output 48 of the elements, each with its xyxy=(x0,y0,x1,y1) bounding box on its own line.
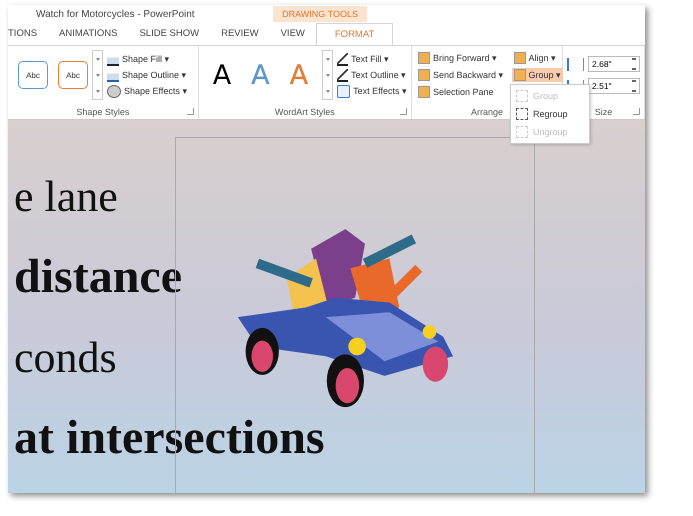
ribbon-command[interactable]: Text Outline ▾ xyxy=(337,68,407,82)
group-label: Arrange xyxy=(470,106,504,116)
contextual-tab-label: DRAWING TOOLS xyxy=(273,6,367,22)
size-field[interactable]: 2.68" xyxy=(588,56,640,72)
menu-item[interactable]: Regroup xyxy=(511,105,589,123)
group-icon xyxy=(516,126,528,138)
ribbon-tab[interactable]: SLIDE SHOW xyxy=(128,23,210,45)
ribbon-tab[interactable]: VIEW xyxy=(270,23,316,45)
shape-style-swatch[interactable]: Abc xyxy=(18,61,48,89)
dialog-launcher-icon[interactable] xyxy=(400,108,407,115)
arrange-icon xyxy=(418,69,430,81)
arrange-icon xyxy=(418,86,430,98)
spinner-arrows-icon[interactable] xyxy=(632,80,636,92)
slide-text: at intersections xyxy=(14,410,325,466)
group-label: Shape Styles xyxy=(76,106,130,116)
dialog-launcher-icon[interactable] xyxy=(186,108,194,115)
spinner-arrows-icon[interactable] xyxy=(632,58,636,70)
ribbon-command[interactable]: Align ▾ xyxy=(512,51,564,65)
gallery-scroll-arrows[interactable] xyxy=(322,50,334,100)
slide-text: e lane xyxy=(14,171,119,223)
ribbon-tab[interactable]: ANIMATIONS xyxy=(48,23,128,45)
dialog-launcher-icon[interactable] xyxy=(633,108,640,115)
ribbon-command[interactable]: Bring Forward ▾ xyxy=(416,51,506,65)
group-icon xyxy=(516,90,528,102)
shape-effects-icon xyxy=(107,84,121,98)
height-icon xyxy=(567,58,584,70)
slide-text: conds xyxy=(14,332,118,384)
group-label: Size xyxy=(594,106,612,116)
gallery-scroll-arrows[interactable] xyxy=(92,50,103,100)
ribbon-command[interactable]: Shape Fill ▾ xyxy=(107,52,188,66)
ribbon-command[interactable]: Selection Pane xyxy=(416,85,506,99)
arrange-icon xyxy=(514,69,526,81)
ribbon-command[interactable]: Text Fill ▾ xyxy=(337,52,407,66)
ribbon-command[interactable]: Group ▾ xyxy=(512,68,564,82)
ribbon-command[interactable]: Shape Effects ▾ xyxy=(107,84,188,98)
ribbon-tab[interactable]: REVIEW xyxy=(210,23,270,45)
ribbon-command[interactable]: Send Backward ▾ xyxy=(416,68,506,82)
shape-style-swatch[interactable]: Abc xyxy=(58,61,88,89)
group-icon xyxy=(516,108,528,120)
ribbon-command[interactable]: Text Effects ▾ xyxy=(337,84,407,98)
group-label: WordArt Styles xyxy=(274,106,335,116)
wordart-style-swatch[interactable]: A xyxy=(212,60,232,90)
ribbon-command[interactable]: Shape Outline ▾ xyxy=(107,68,188,82)
window-title: Watch for Motorcycles - PowerPoint xyxy=(36,8,195,20)
ribbon-tab[interactable]: TIONS xyxy=(8,23,48,45)
slide-text: distance xyxy=(14,249,183,305)
arrange-icon xyxy=(514,52,526,64)
arrange-icon xyxy=(418,52,430,64)
